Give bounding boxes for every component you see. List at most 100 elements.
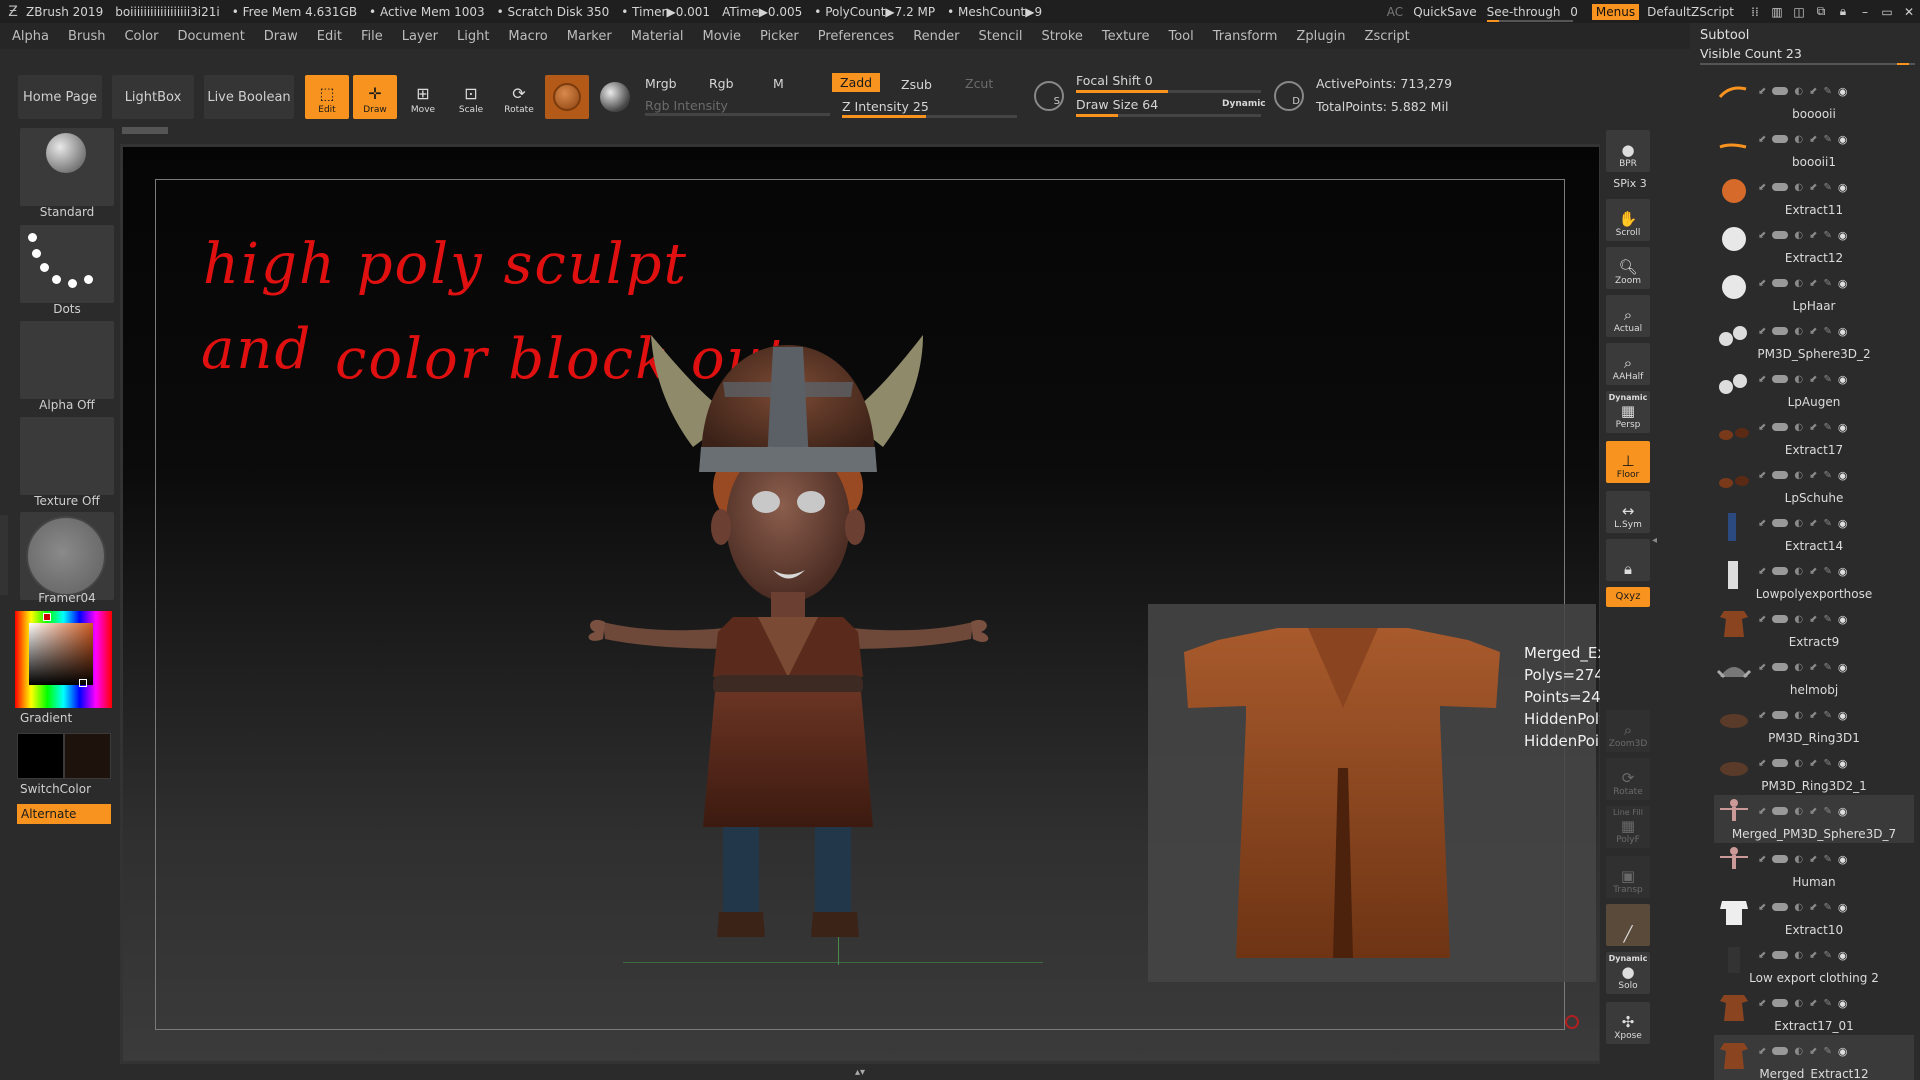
draw-size-slider[interactable]: Draw Size 64: [1076, 97, 1158, 112]
subtool-arrow-icon[interactable]: ⬋: [1758, 854, 1766, 865]
menu-alpha[interactable]: Alpha: [0, 29, 56, 44]
subtool-mask-icon[interactable]: ⬋: [1809, 806, 1817, 817]
menu-render[interactable]: Render: [901, 29, 966, 44]
menu-material[interactable]: Material: [619, 29, 691, 44]
z-intensity-track[interactable]: [842, 115, 1017, 118]
subtool-arrow-icon[interactable]: ⬋: [1758, 566, 1766, 577]
subtool-polypaint-icon[interactable]: ◐: [1794, 566, 1803, 577]
dynamic-toggle[interactable]: Dynamic: [1222, 99, 1266, 109]
subtool-visibility-toggle[interactable]: [1772, 999, 1789, 1007]
subtool-brush-icon[interactable]: ✎: [1824, 326, 1832, 337]
actual-button[interactable]: ⌕ Actual: [1606, 295, 1650, 337]
subtool-polypaint-icon[interactable]: ◐: [1794, 470, 1803, 481]
z-intensity-slider[interactable]: Z Intensity 25: [842, 99, 929, 114]
focal-shift-slider[interactable]: Focal Shift 0: [1076, 73, 1153, 88]
subtool-brush-icon[interactable]: ✎: [1824, 758, 1832, 769]
subtool-visibility-toggle[interactable]: [1772, 519, 1789, 527]
subtool-item[interactable]: ⬋ ◐ ⬋ ✎ ◉ PM3D_Sphere3D_2: [1714, 315, 1914, 363]
minimize-icon[interactable]: –: [1854, 5, 1876, 19]
subtool-eye-icon[interactable]: ◉: [1838, 949, 1848, 962]
subtool-polypaint-icon[interactable]: ◐: [1794, 86, 1803, 97]
menu-stroke[interactable]: Stroke: [1029, 29, 1089, 44]
menu-macro[interactable]: Macro: [496, 29, 554, 44]
menu-light[interactable]: Light: [445, 29, 496, 44]
subtool-brush-icon[interactable]: ✎: [1824, 278, 1832, 289]
subtool-polypaint-icon[interactable]: ◐: [1794, 710, 1803, 721]
viking-character-model[interactable]: [583, 287, 1103, 977]
ui-switch-icon[interactable]: ⧉: [1810, 4, 1832, 19]
subtool-visibility-toggle[interactable]: [1772, 423, 1789, 431]
left-tray-handle[interactable]: [0, 515, 8, 595]
subtool-item[interactable]: ⬋ ◐ ⬋ ✎ ◉ Extract12: [1714, 219, 1914, 267]
subtool-eye-icon[interactable]: ◉: [1838, 805, 1848, 818]
draw-size-track[interactable]: [1076, 114, 1261, 117]
edit-button[interactable]: ⬚ Edit: [305, 75, 349, 119]
right-tray-arrow-icon[interactable]: ◂: [1652, 535, 1658, 561]
subtool-visibility-toggle[interactable]: [1772, 231, 1789, 239]
subtool-brush-icon[interactable]: ✎: [1824, 902, 1832, 913]
subtool-eye-icon[interactable]: ◉: [1838, 85, 1848, 98]
ghost-button[interactable]: ╱: [1606, 904, 1650, 946]
bottom-tray-arrows-icon[interactable]: ▴▾: [796, 1068, 924, 1078]
subtool-visibility-toggle[interactable]: [1772, 903, 1789, 911]
subtool-mask-icon[interactable]: ⬋: [1809, 1046, 1817, 1057]
palette-icon[interactable]: ⁞⁞: [1744, 5, 1766, 19]
subtool-arrow-icon[interactable]: ⬋: [1758, 806, 1766, 817]
subtool-item[interactable]: ⬋ ◐ ⬋ ✎ ◉ Merged_Extract12: [1714, 1035, 1914, 1080]
menu-stencil[interactable]: Stencil: [966, 29, 1029, 44]
subtool-arrow-icon[interactable]: ⬋: [1758, 374, 1766, 385]
subtool-eye-icon[interactable]: ◉: [1838, 901, 1848, 914]
gradient-label[interactable]: Gradient: [20, 711, 114, 725]
subtool-arrow-icon[interactable]: ⬋: [1758, 998, 1766, 1009]
subtool-title[interactable]: Subtool: [1700, 28, 1749, 43]
subtool-brush-icon[interactable]: ✎: [1824, 374, 1832, 385]
subtool-eye-icon[interactable]: ◉: [1838, 421, 1848, 434]
color-picker[interactable]: [15, 611, 112, 708]
stroke-material-button[interactable]: [593, 75, 637, 119]
subtool-eye-icon[interactable]: ◉: [1838, 517, 1848, 530]
subtool-mask-icon[interactable]: ⬋: [1809, 950, 1817, 961]
subtool-polypaint-icon[interactable]: ◐: [1794, 1046, 1803, 1057]
menus-button[interactable]: Menus: [1591, 3, 1640, 20]
subtool-mask-icon[interactable]: ⬋: [1809, 710, 1817, 721]
subtool-mask-icon[interactable]: ⬋: [1809, 374, 1817, 385]
subtool-item[interactable]: ⬋ ◐ ⬋ ✎ ◉ Extract17_01: [1714, 987, 1914, 1035]
subtool-item[interactable]: ⬋ ◐ ⬋ ✎ ◉ boooii1: [1714, 123, 1914, 171]
visible-count-track[interactable]: [1700, 63, 1915, 65]
subtool-polypaint-icon[interactable]: ◐: [1794, 998, 1803, 1009]
subtool-arrow-icon[interactable]: ⬋: [1758, 326, 1766, 337]
subtool-visibility-toggle[interactable]: [1772, 759, 1789, 767]
see-through-slider[interactable]: See-through 0: [1486, 5, 1578, 22]
rotate-view-button[interactable]: ⟳ Rotate: [1606, 758, 1650, 800]
subtool-item[interactable]: ⬋ ◐ ⬋ ✎ ◉ helmobj: [1714, 651, 1914, 699]
subtool-arrow-icon[interactable]: ⬋: [1758, 614, 1766, 625]
secondary-color-swatch[interactable]: [64, 733, 111, 779]
subtool-arrow-icon[interactable]: ⬋: [1758, 902, 1766, 913]
subtool-mask-icon[interactable]: ⬋: [1809, 902, 1817, 913]
scroll-button[interactable]: ✋ Scroll: [1606, 199, 1650, 241]
subtool-mask-icon[interactable]: ⬋: [1809, 518, 1817, 529]
menu-color[interactable]: Color: [112, 29, 165, 44]
subtool-item[interactable]: ⬋ ◐ ⬋ ✎ ◉ Low export clothing 2: [1714, 939, 1914, 987]
subtool-item[interactable]: ⬋ ◐ ⬋ ✎ ◉ LpAugen: [1714, 363, 1914, 411]
rgb-intensity-slider[interactable]: Rgb Intensity: [645, 98, 728, 113]
subtool-polypaint-icon[interactable]: ◐: [1794, 326, 1803, 337]
subtool-eye-icon[interactable]: ◉: [1838, 277, 1848, 290]
subtool-polypaint-icon[interactable]: ◐: [1794, 902, 1803, 913]
solo-button[interactable]: Dynamic ● Solo: [1606, 952, 1650, 994]
subtool-item[interactable]: ⬋ ◐ ⬋ ✎ ◉ Extract14: [1714, 507, 1914, 555]
m-button[interactable]: M: [773, 76, 784, 91]
zoom-button[interactable]: 🔍︎ Zoom: [1606, 247, 1650, 289]
subtool-eye-icon[interactable]: ◉: [1838, 757, 1848, 770]
subtool-visibility-toggle[interactable]: [1772, 1047, 1789, 1055]
polyf-button[interactable]: Line Fill ▦ PolyF: [1606, 806, 1650, 848]
subtool-item[interactable]: ⬋ ◐ ⬋ ✎ ◉ Human: [1714, 843, 1914, 891]
rgb-intensity-track[interactable]: [645, 113, 830, 116]
alpha-thumbnail[interactable]: [20, 321, 114, 399]
subtool-brush-icon[interactable]: ✎: [1824, 518, 1832, 529]
ac-button[interactable]: AC: [1387, 5, 1403, 19]
lock-icon[interactable]: 🔒︎: [1832, 4, 1854, 19]
subtool-brush-icon[interactable]: ✎: [1824, 182, 1832, 193]
subtool-polypaint-icon[interactable]: ◐: [1794, 422, 1803, 433]
subtool-eye-icon[interactable]: ◉: [1838, 613, 1848, 626]
